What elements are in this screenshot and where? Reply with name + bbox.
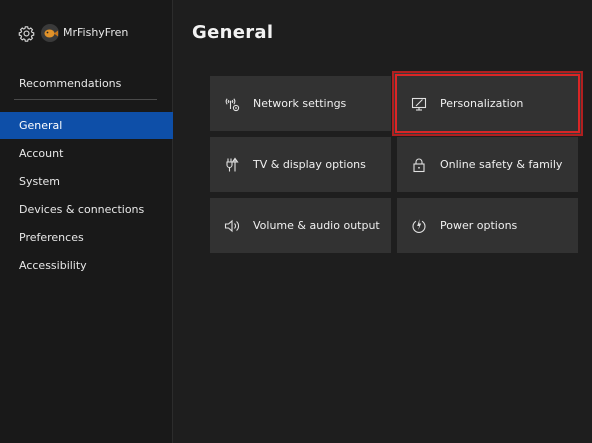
tile-label: Personalization	[440, 97, 524, 110]
online-safety-family-tile[interactable]: Online safety & family	[397, 137, 578, 192]
power-options-tile[interactable]: Power options	[397, 198, 578, 253]
gamertag: MrFishyFren	[63, 26, 129, 39]
tile-label: TV & display options	[253, 158, 366, 171]
network-settings-tile[interactable]: Network settings	[210, 76, 391, 131]
avatar[interactable]	[41, 24, 59, 42]
sidebar-item-recommendations[interactable]: Recommendations	[19, 77, 121, 90]
tile-label: Online safety & family	[440, 158, 563, 171]
sidebar-divider	[14, 99, 157, 100]
sidebar-item-devices-connections[interactable]: Devices & connections	[0, 196, 173, 223]
power-icon	[412, 218, 426, 233]
monitor-edit-icon	[411, 97, 427, 111]
tv-display-icon	[226, 157, 239, 171]
sidebar-item-general[interactable]: General	[0, 112, 173, 139]
tile-label: Power options	[440, 219, 518, 232]
tile-label: Network settings	[253, 97, 347, 110]
sidebar-item-account[interactable]: Account	[0, 140, 173, 167]
sidebar-item-preferences[interactable]: Preferences	[0, 224, 173, 251]
fish-avatar-icon	[44, 29, 58, 38]
network-icon	[225, 97, 240, 111]
sidebar-item-accessibility[interactable]: Accessibility	[0, 252, 173, 279]
speaker-icon	[224, 219, 239, 232]
profile-header: MrFishyFren	[0, 0, 173, 66]
settings-sidebar: MrFishyFren Recommendations General Acco…	[0, 0, 173, 443]
volume-audio-output-tile[interactable]: Volume & audio output	[210, 198, 391, 253]
gear-icon	[18, 26, 35, 42]
tv-display-options-tile[interactable]: TV & display options	[210, 137, 391, 192]
personalization-tile[interactable]: Personalization	[395, 74, 580, 133]
tile-label: Volume & audio output	[253, 219, 380, 232]
page-title: General	[192, 22, 274, 43]
sidebar-item-system[interactable]: System	[0, 168, 173, 195]
lock-icon	[413, 158, 425, 172]
